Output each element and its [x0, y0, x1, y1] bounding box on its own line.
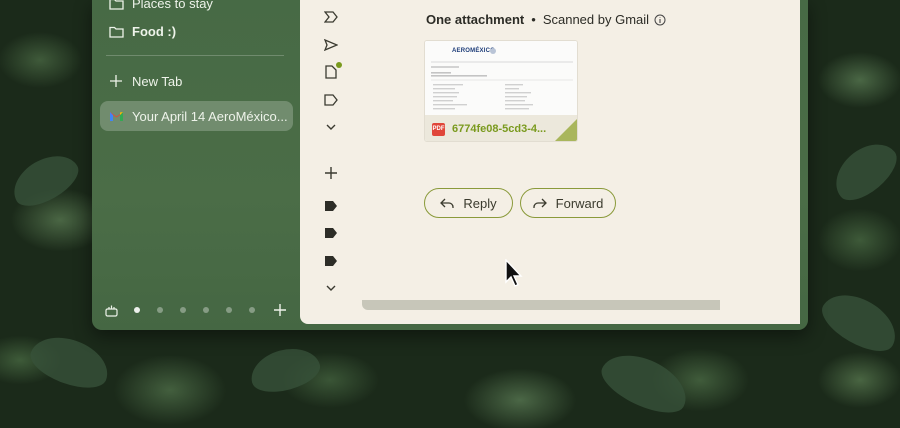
attachment-header: One attachment • Scanned by Gmail [426, 12, 666, 27]
sidebar: Places to stay Food :) New Tab Your Apri… [92, 0, 300, 330]
tab-aeromexico-email[interactable]: Your April 14 AeroMéxico... [100, 101, 293, 131]
attachment-card[interactable]: AEROMÉXICO PDF 6774fe08-5cd3-4... [424, 40, 578, 142]
reply-icon [440, 198, 455, 208]
horizontal-scrollbar[interactable] [362, 300, 720, 310]
add-label-icon[interactable] [322, 164, 340, 182]
background-leaf [814, 282, 900, 362]
gmail-content: One attachment • Scanned by Gmail AEROMÉ… [300, 0, 800, 324]
background-leaf [594, 343, 696, 423]
new-tab-label: New Tab [132, 73, 183, 89]
space-icon[interactable] [104, 303, 118, 317]
reply-button[interactable]: Reply [424, 188, 513, 218]
background-leaf [24, 327, 116, 397]
drafts-icon[interactable] [322, 62, 342, 81]
mouse-cursor-icon [505, 259, 523, 287]
drafts-indicator-dot [336, 62, 342, 68]
label-icon[interactable] [322, 197, 340, 215]
attachment-preview: AEROMÉXICO [425, 41, 577, 115]
space-dot[interactable] [157, 307, 163, 313]
sidebar-item-label: Places to stay [132, 0, 213, 11]
forward-label: Forward [555, 195, 604, 211]
sidebar-divider [106, 55, 284, 56]
space-dot[interactable] [203, 307, 209, 313]
attachment-count: One attachment [426, 12, 525, 27]
background-leaf [824, 132, 900, 210]
plus-icon [108, 73, 124, 89]
chevron-down-icon[interactable] [322, 279, 340, 297]
forward-icon [533, 198, 547, 208]
space-dot[interactable] [249, 307, 255, 313]
browser-window: Places to stay Food :) New Tab Your Apri… [92, 0, 808, 330]
spaces-bar [104, 301, 294, 319]
gmail-icon [108, 108, 124, 124]
sent-icon[interactable] [322, 36, 340, 54]
chevron-down-icon[interactable] [322, 118, 340, 136]
document-lines [431, 48, 573, 110]
space-dot[interactable] [134, 307, 140, 313]
important-icon[interactable] [322, 8, 340, 26]
space-dot[interactable] [226, 307, 232, 313]
forward-button[interactable]: Forward [520, 188, 616, 218]
sidebar-folder-food[interactable]: Food :) [100, 17, 293, 45]
folder-icon [108, 0, 124, 11]
info-icon[interactable] [654, 14, 666, 26]
label-icon[interactable] [322, 224, 340, 242]
separator: • [531, 12, 536, 27]
attachment-corner-fold [555, 119, 577, 141]
reply-label: Reply [463, 195, 497, 211]
gmail-left-rail [300, 0, 362, 324]
label-icon[interactable] [322, 252, 340, 270]
attachment-filename: 6774fe08-5cd3-4... [452, 123, 547, 135]
sidebar-folder-places-to-stay[interactable]: Places to stay [100, 0, 293, 17]
add-space-icon[interactable] [274, 304, 286, 316]
sidebar-item-label: Food :) [132, 23, 177, 39]
background-leaf [246, 341, 324, 399]
tab-title: Your April 14 AeroMéxico... [132, 108, 288, 124]
folder-icon [108, 23, 124, 39]
label-outline-icon[interactable] [322, 91, 340, 109]
space-dot[interactable] [180, 307, 186, 313]
scan-note: Scanned by Gmail [542, 12, 650, 27]
new-tab-button[interactable]: New Tab [100, 67, 293, 95]
pdf-icon: PDF [432, 122, 445, 136]
background-leaf [4, 145, 86, 215]
